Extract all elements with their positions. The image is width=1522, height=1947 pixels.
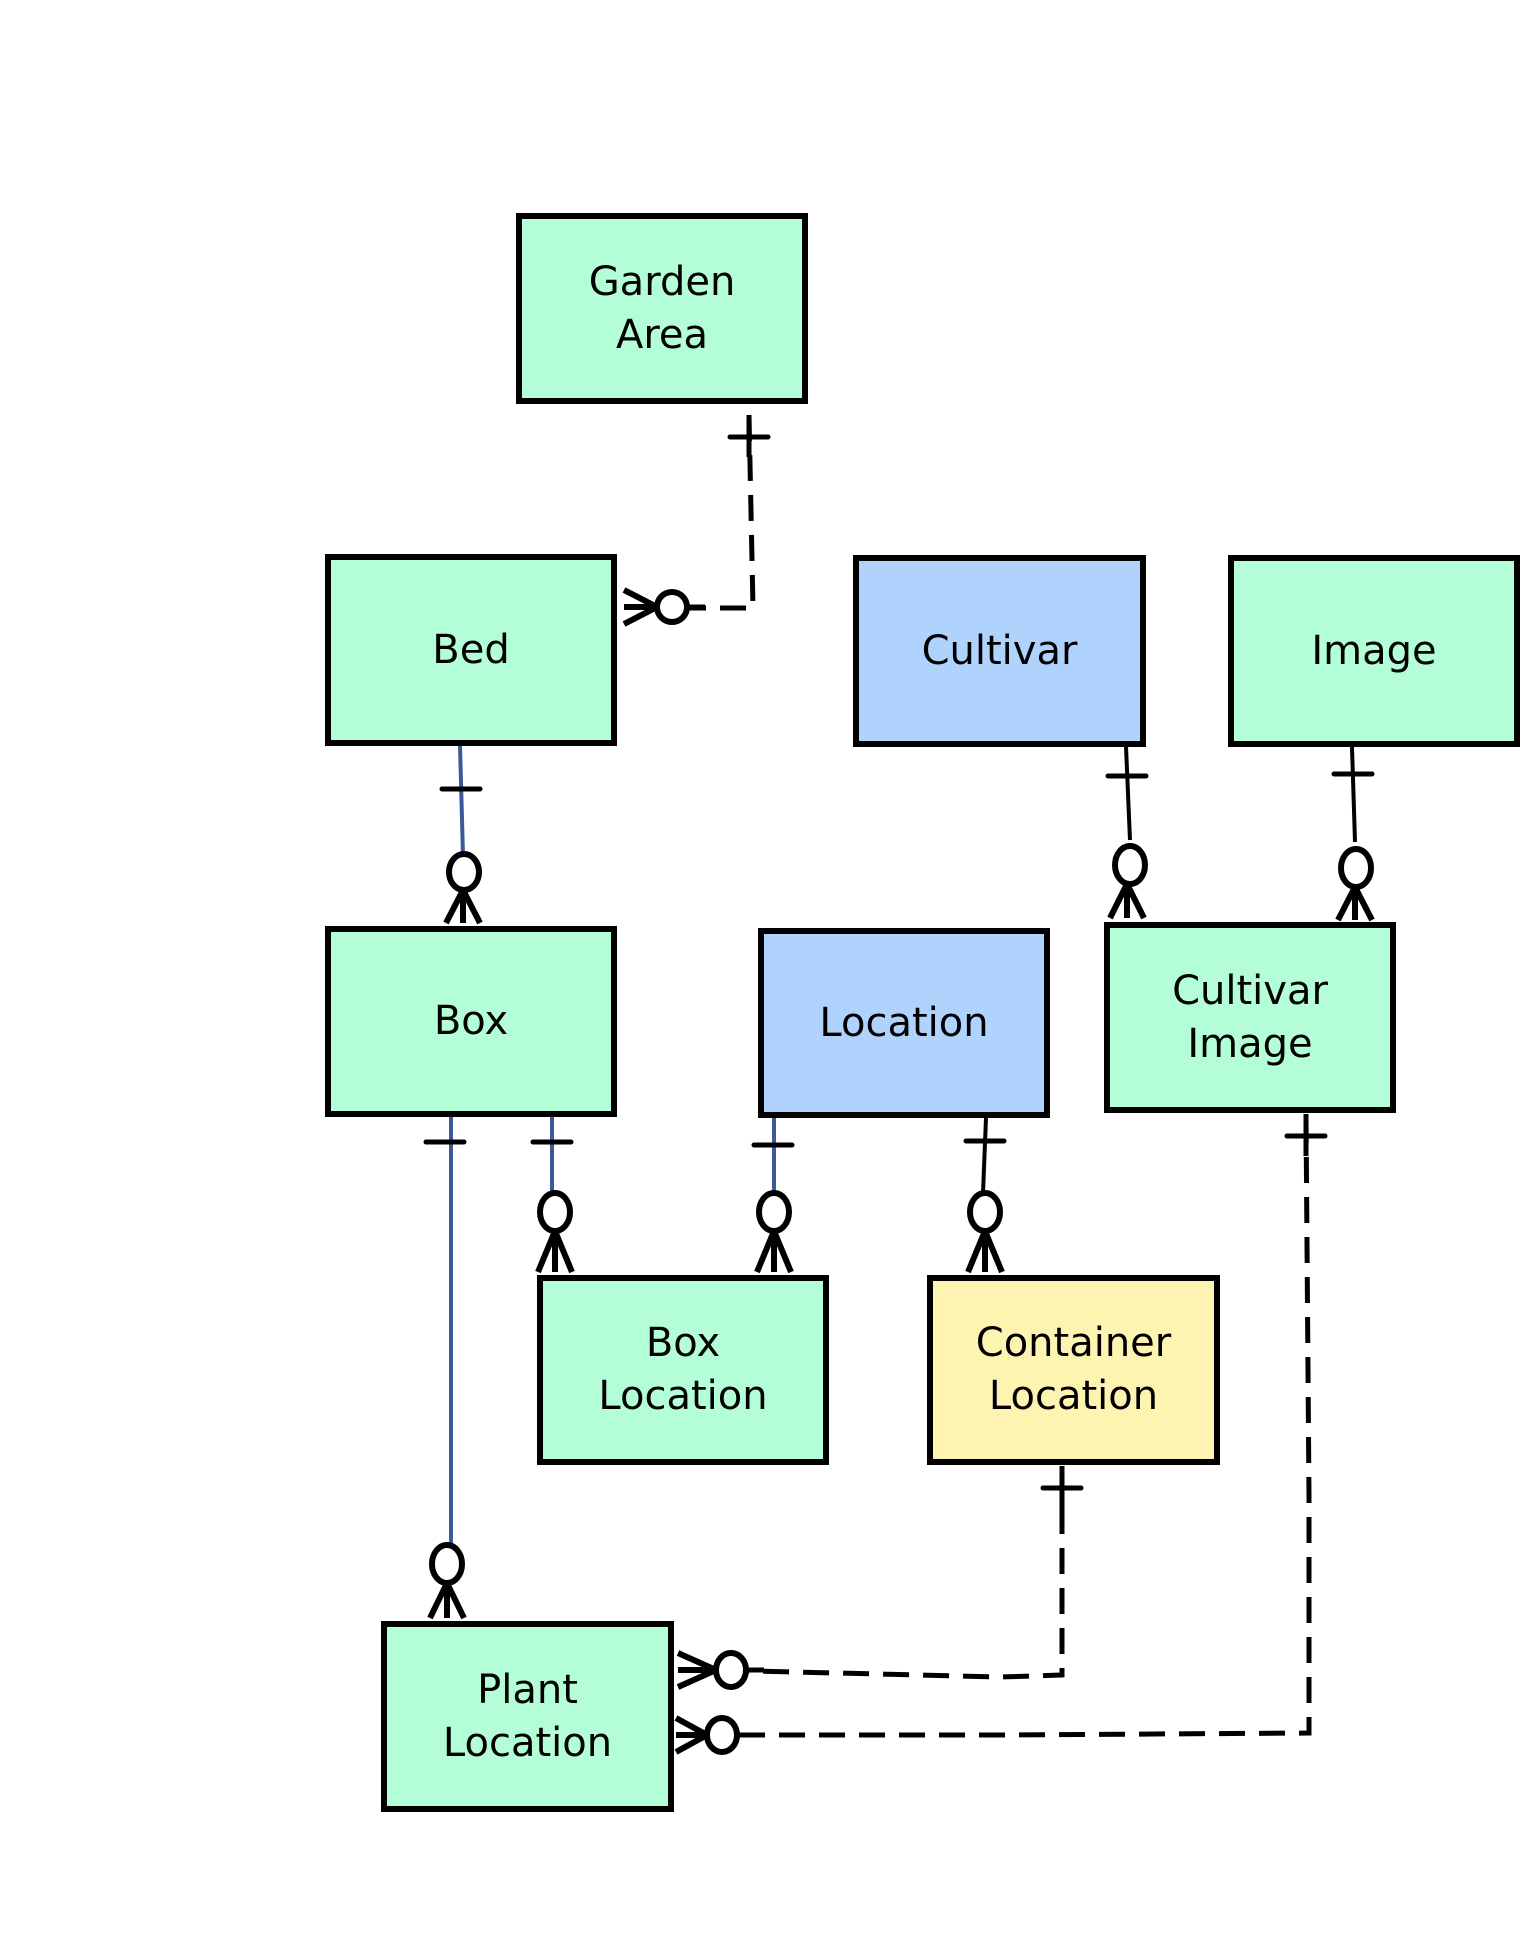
zero-mark-icon xyxy=(429,1542,465,1586)
relationship-line-container-location-to-plant-location xyxy=(733,1468,1065,1680)
entity-image[interactable]: Image xyxy=(1228,555,1520,747)
crows-foot-many-icon xyxy=(674,1715,709,1755)
crows-foot-many-icon xyxy=(443,888,483,925)
relationship-line-bed-to-box xyxy=(458,744,465,857)
entity-plant-location[interactable]: Plant Location xyxy=(381,1621,674,1812)
zero-mark-icon xyxy=(654,589,690,625)
relationship-line-garden-area-to-bed xyxy=(648,414,756,611)
crows-foot-many-icon xyxy=(1107,882,1147,920)
relationship-line-location-to-container-location xyxy=(981,1117,988,1194)
crows-foot-many-icon xyxy=(622,587,659,627)
relationship-line-cultivar-to-cultivar-image xyxy=(1124,746,1132,841)
entity-box-location[interactable]: Box Location xyxy=(537,1275,829,1465)
crows-foot-many-icon xyxy=(427,1581,467,1620)
zero-mark-icon xyxy=(1112,843,1148,887)
zero-mark-icon xyxy=(967,1190,1003,1234)
zero-mark-icon xyxy=(713,1650,749,1690)
entity-container-location[interactable]: Container Location xyxy=(927,1275,1220,1465)
crows-foot-many-icon xyxy=(676,1650,718,1690)
zero-mark-icon xyxy=(704,1715,740,1755)
entity-box[interactable]: Box xyxy=(325,926,617,1117)
zero-mark-icon xyxy=(1338,846,1374,890)
entity-garden-area[interactable]: Garden Area xyxy=(516,213,808,404)
entity-bed[interactable]: Bed xyxy=(325,554,617,746)
entity-cultivar[interactable]: Cultivar xyxy=(853,555,1146,747)
zero-mark-icon xyxy=(537,1190,573,1234)
zero-mark-icon xyxy=(446,851,482,893)
entity-location[interactable]: Location xyxy=(758,928,1050,1118)
entity-cultivar-image[interactable]: Cultivar Image xyxy=(1104,922,1396,1113)
zero-mark-icon xyxy=(756,1190,792,1234)
crows-foot-many-icon xyxy=(535,1229,575,1274)
crows-foot-many-icon xyxy=(1335,885,1375,922)
relationship-line-image-to-cultivar-image xyxy=(1350,746,1357,843)
crows-foot-many-icon xyxy=(754,1229,794,1274)
crows-foot-many-icon xyxy=(965,1229,1005,1274)
